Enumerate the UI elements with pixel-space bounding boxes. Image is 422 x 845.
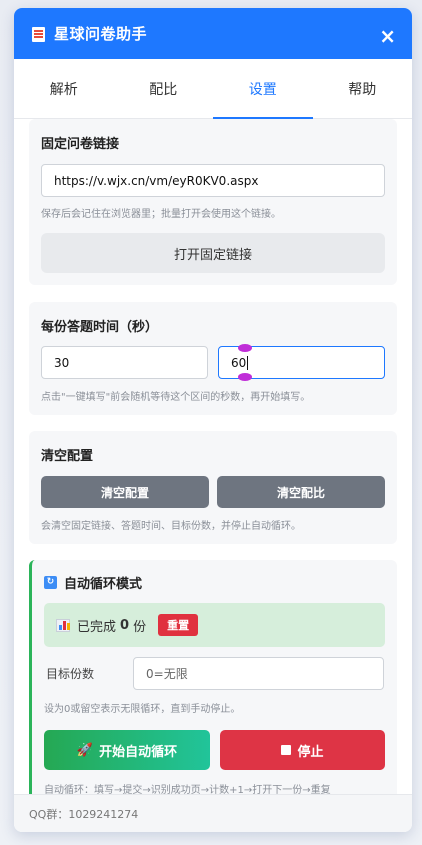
rocket-icon: 🚀 (76, 742, 94, 758)
auto-loop-card: ↻ 自动循环模式 已完成 0 份 重置 目标份数 0=无限 设为0或留空表示无限… (29, 560, 397, 808)
answer-time-title: 每份答题时间（秒） (41, 320, 159, 335)
panel-header: 星球问卷助手 × (14, 8, 412, 59)
stop-button[interactable]: 停止 (220, 730, 385, 770)
footer: QQ群：1029241274 (14, 794, 412, 832)
answer-time-card: 每份答题时间（秒） 30 60 点击"一键填写"前会随机等待这个区间的秒数，再开… (29, 302, 397, 415)
max-time-value: 60 (231, 355, 247, 370)
target-label: 目标份数 (46, 667, 95, 681)
max-time-input[interactable]: 60 (218, 344, 385, 381)
drag-handle-top[interactable] (238, 344, 252, 352)
completed-status: 已完成 0 份 重置 (44, 603, 385, 647)
auto-loop-header: ↻ 自动循环模式 (44, 573, 385, 592)
tab-bar: 解析 配比 设置 帮助 (14, 59, 412, 119)
completed-prefix: 已完成 (77, 619, 117, 635)
answer-time-hint: 点击"一键填写"前会随机等待这个区间的秒数，再开始填写。 (41, 392, 311, 403)
fixed-link-hint: 保存后会记住在浏览器里；批量打开会使用这个链接。 (41, 209, 281, 220)
fixed-link-card: 固定问卷链接 https://v.wjx.cn/vm/eyR0KV0.aspx … (29, 119, 397, 285)
document-icon (32, 26, 45, 42)
clear-config-hint: 会清空固定链接、答题时间、目标份数，并停止自动循环。 (41, 521, 301, 532)
answer-time-row: 30 60 (41, 344, 385, 381)
clear-config-card: 清空配置 清空配置 清空配比 会清空固定链接、答题时间、目标份数，并停止自动循环… (29, 431, 397, 544)
tab-settings[interactable]: 设置 (213, 59, 313, 119)
stop-icon (281, 745, 292, 755)
target-row: 目标份数 0=无限 (44, 657, 385, 690)
min-time-input[interactable]: 30 (41, 346, 208, 379)
open-fixed-link-button[interactable]: 打开固定链接 (41, 233, 385, 273)
tab-help[interactable]: 帮助 (313, 59, 413, 118)
target-placeholder: 0=无限 (146, 667, 188, 681)
start-auto-loop-button[interactable]: 🚀 开始自动循环 (44, 730, 210, 770)
clear-config-button[interactable]: 清空配置 (41, 476, 209, 508)
fixed-link-input[interactable]: https://v.wjx.cn/vm/eyR0KV0.aspx (41, 164, 385, 197)
settings-content: 固定问卷链接 https://v.wjx.cn/vm/eyR0KV0.aspx … (14, 119, 412, 808)
clear-config-title: 清空配置 (41, 449, 94, 464)
completed-count: 0 (120, 617, 130, 633)
close-icon[interactable]: × (379, 26, 396, 46)
text-caret (247, 355, 249, 370)
loop-action-row: 🚀 开始自动循环 停止 (44, 730, 385, 770)
auto-loop-title: 自动循环模式 (64, 577, 143, 592)
qq-group-text: QQ群：1029241274 (29, 807, 139, 821)
panel-title: 星球问卷助手 (54, 25, 148, 43)
assistant-panel: 星球问卷助手 × 解析 配比 设置 帮助 固定问卷链接 https://v.wj… (14, 8, 412, 832)
fixed-link-title: 固定问卷链接 (41, 137, 120, 152)
completed-suffix: 份 (133, 619, 147, 635)
target-hint: 设为0或留空表示无限循环，直到手动停止。 (44, 704, 241, 715)
reset-button[interactable]: 重置 (158, 614, 199, 636)
clear-ratio-button[interactable]: 清空配比 (217, 476, 385, 508)
start-button-label: 开始自动循环 (99, 744, 178, 760)
tab-parse[interactable]: 解析 (14, 59, 114, 118)
drag-handle-bottom[interactable] (238, 373, 252, 381)
min-time-value: 30 (54, 355, 70, 370)
tab-ratio[interactable]: 配比 (114, 59, 214, 118)
target-count-input[interactable]: 0=无限 (133, 657, 384, 690)
refresh-icon: ↻ (44, 576, 57, 589)
bar-chart-icon (56, 618, 70, 632)
clear-button-row: 清空配置 清空配比 (41, 476, 385, 508)
stop-button-label: 停止 (297, 744, 324, 760)
